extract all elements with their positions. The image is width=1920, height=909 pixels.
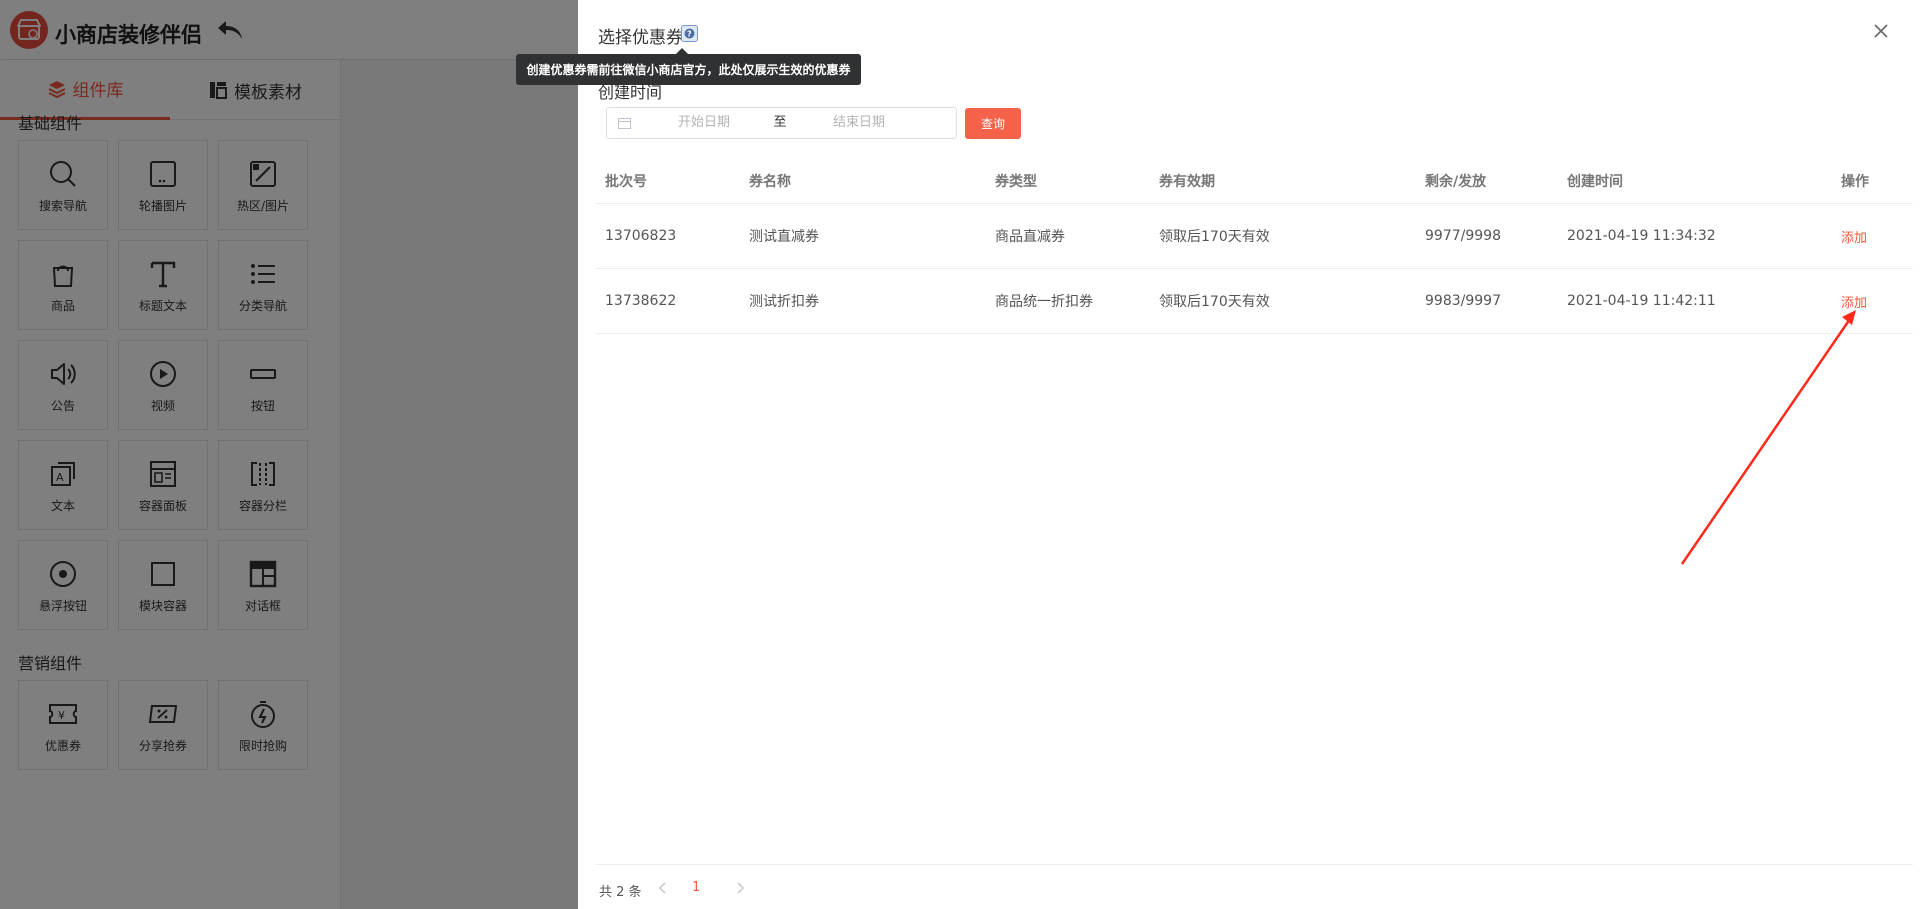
cell-batch: 13706823 xyxy=(605,228,677,244)
query-button[interactable]: 查询 xyxy=(965,108,1021,139)
cell-remain: 9977/9998 xyxy=(1425,228,1501,244)
page-number[interactable]: 1 xyxy=(692,880,700,895)
start-date-input[interactable]: 开始日期 xyxy=(644,108,764,138)
cell-type: 商品统一折扣券 xyxy=(995,294,1093,310)
cell-name: 测试直减券 xyxy=(749,229,819,245)
cell-validity: 领取后170天有效 xyxy=(1159,294,1270,310)
column-header-remain: 剩余/发放 xyxy=(1425,173,1487,190)
close-icon[interactable] xyxy=(1872,22,1890,40)
table-row: 13706823 测试直减券 商品直减券 领取后170天有效 9977/9998… xyxy=(595,204,1913,269)
total-count: 共 2 条 xyxy=(599,885,642,900)
pagination: 共 2 条 1 xyxy=(595,864,1913,909)
drawer-title: 选择优惠券 xyxy=(598,28,683,48)
add-coupon-link[interactable]: 添加 xyxy=(1841,227,1867,246)
prev-page-icon[interactable] xyxy=(655,880,671,896)
help-icon[interactable]: ? xyxy=(681,25,698,42)
column-header-validity: 券有效期 xyxy=(1159,173,1215,190)
column-header-batch: 批次号 xyxy=(605,173,647,190)
cell-validity: 领取后170天有效 xyxy=(1159,229,1270,245)
svg-text:?: ? xyxy=(687,30,692,39)
next-page-icon[interactable] xyxy=(732,880,748,896)
cell-batch: 13738622 xyxy=(605,293,677,309)
column-header-action: 操作 xyxy=(1841,173,1869,190)
table-header: 批次号 券名称 券类型 券有效期 剩余/发放 创建时间 操作 xyxy=(595,158,1913,204)
cell-type: 商品直减券 xyxy=(995,229,1065,245)
date-range-picker[interactable]: 开始日期 至 结束日期 xyxy=(606,107,957,139)
column-header-type: 券类型 xyxy=(995,173,1037,190)
help-tooltip: 创建优惠券需前往微信小商店官方，此处仅展示生效的优惠券 xyxy=(516,48,861,85)
column-header-name: 券名称 xyxy=(749,173,791,190)
column-header-created: 创建时间 xyxy=(1567,173,1623,190)
end-date-input[interactable]: 结束日期 xyxy=(799,108,919,138)
date-range-separator: 至 xyxy=(773,115,787,130)
cell-created: 2021-04-19 11:34:32 xyxy=(1567,228,1716,244)
calendar-icon xyxy=(618,118,631,129)
cell-remain: 9983/9997 xyxy=(1425,293,1501,309)
annotation-arrow-icon xyxy=(1680,310,1856,565)
cell-name: 测试折扣券 xyxy=(749,294,819,310)
